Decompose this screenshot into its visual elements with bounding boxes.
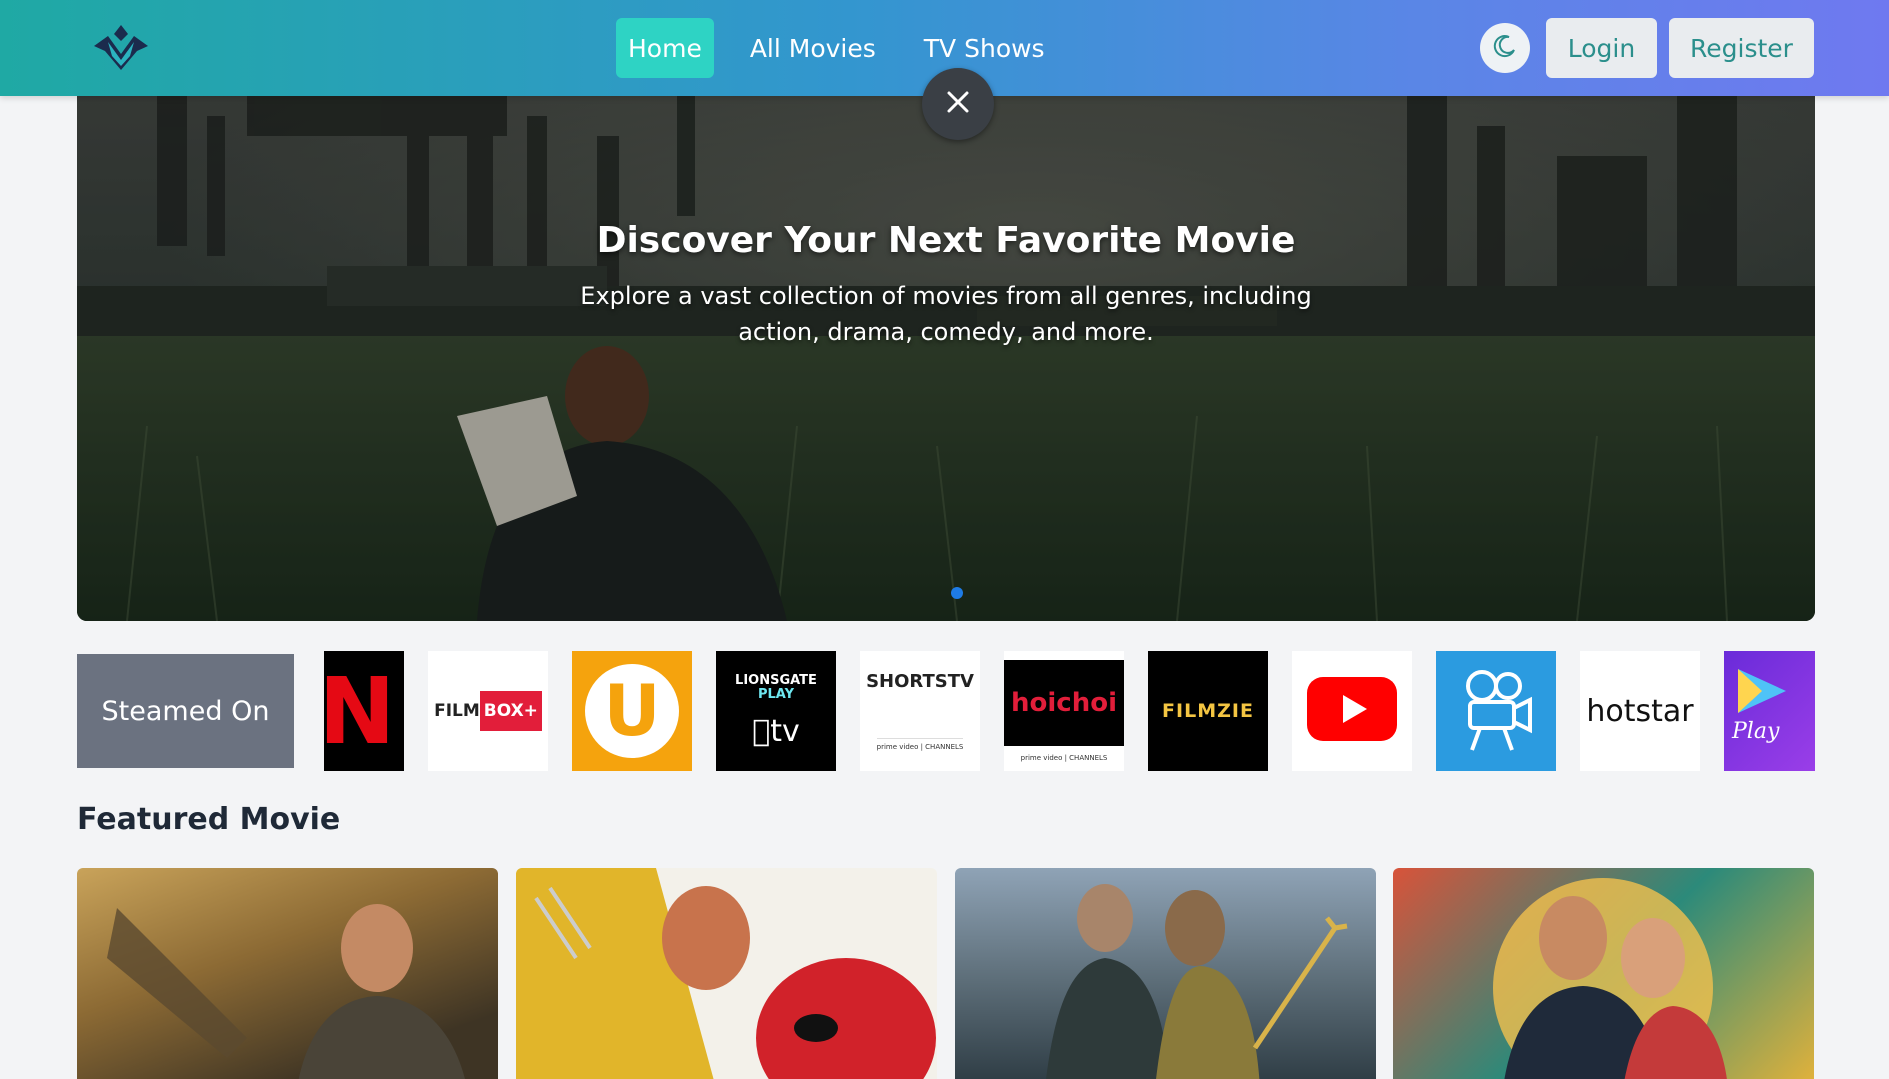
movie-poster <box>516 868 936 1079</box>
nav-tv-shows[interactable]: TV Shows <box>912 18 1057 78</box>
movie-card-crazy-rich-asians[interactable] <box>1393 868 1814 1079</box>
provider-shortstv[interactable]: SHORTSTV prime video | CHANNELS <box>860 651 980 771</box>
movie-poster <box>1493 878 1727 1079</box>
moon-icon <box>1492 33 1518 63</box>
featured-movie-heading: Featured Movie <box>77 802 341 837</box>
nav-home[interactable]: Home <box>616 18 714 78</box>
site-logo[interactable] <box>92 22 150 72</box>
theme-toggle-button[interactable] <box>1480 23 1530 73</box>
close-button[interactable] <box>922 68 994 140</box>
lionsgate-play-logo: LIONSGATE PLAY <box>735 672 817 702</box>
play-logo <box>1732 665 1792 719</box>
provider-play[interactable]: Play <box>1724 651 1815 771</box>
hero-title: Discover Your Next Favorite Movie <box>596 220 1296 261</box>
streamed-on-label: Steamed On <box>77 654 294 768</box>
movie-poster <box>107 904 465 1079</box>
provider-u[interactable]: U <box>572 651 692 771</box>
provider-filmbox[interactable]: FILM BOX+ <box>428 651 548 771</box>
hero-carousel[interactable]: Discover Your Next Favorite Movie Explor… <box>77 96 1815 621</box>
appletv-logo: tv <box>752 713 800 749</box>
youtube-logo <box>1307 677 1397 745</box>
shortstv-logo: SHORTSTV <box>866 671 974 692</box>
hero-subtitle: Explore a vast collection of movies from… <box>580 282 1312 346</box>
movie-card-topgun[interactable] <box>77 868 498 1079</box>
projector-logo <box>1456 664 1536 758</box>
provider-hotstar[interactable]: hotstar <box>1580 651 1700 771</box>
register-button[interactable]: Register <box>1669 18 1814 78</box>
provider-netflix[interactable]: N <box>324 651 404 771</box>
main-nav: Home All Movies TV Shows <box>616 18 1057 78</box>
carousel-indicator[interactable] <box>951 587 963 599</box>
hoichoi-logo: hoichoi <box>1004 660 1124 746</box>
movie-card-aquaman[interactable] <box>955 868 1376 1079</box>
provider-filmzie[interactable]: FILMZIE <box>1148 651 1268 771</box>
provider-youtube[interactable] <box>1292 651 1412 771</box>
movie-poster <box>1046 884 1348 1079</box>
provider-lionsgate-play[interactable]: LIONSGATEPLAY tv <box>716 651 836 771</box>
hero-background-image <box>77 96 1815 621</box>
close-icon <box>945 89 971 119</box>
movie-card-deadpool-wolverine[interactable] <box>516 868 937 1079</box>
nav-all-movies[interactable]: All Movies <box>738 18 888 78</box>
provider-hoichoi[interactable]: hoichoi prime video | CHANNELS <box>1004 651 1124 771</box>
hotstar-logo: hotstar <box>1586 693 1694 729</box>
login-button[interactable]: Login <box>1546 18 1657 78</box>
u-logo: U <box>585 664 679 758</box>
filmzie-logo: FILMZIE <box>1162 700 1254 722</box>
netflix-logo: N <box>324 657 396 765</box>
prime-video-channels-text: prime video | CHANNELS <box>1020 754 1108 762</box>
play-logo-text: Play <box>1732 719 1780 744</box>
prime-video-channels-text: prime video | CHANNELS <box>876 738 964 751</box>
filmbox-logo: FILM BOX+ <box>434 691 542 731</box>
provider-projector[interactable] <box>1436 651 1556 771</box>
